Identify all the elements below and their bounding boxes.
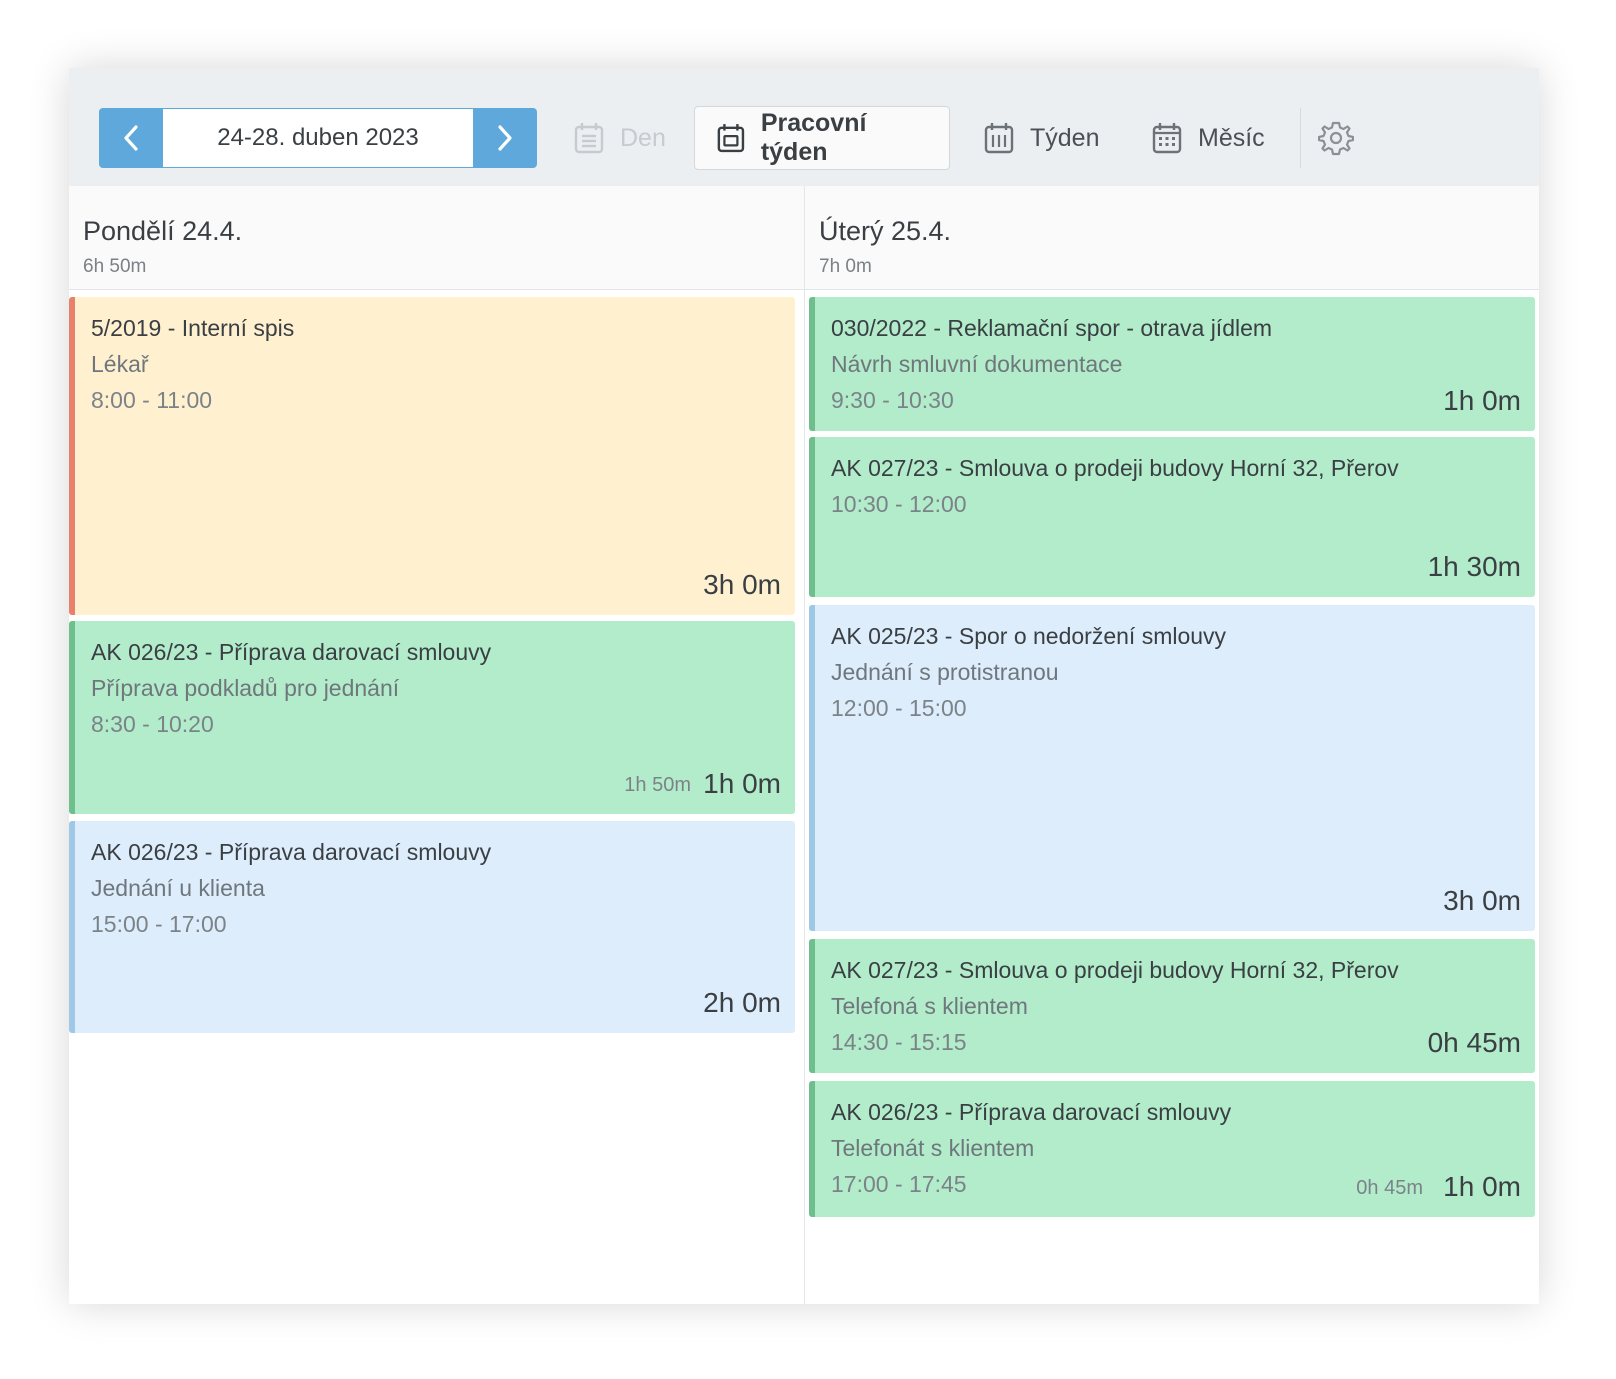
calendar-day-icon [574,123,604,154]
event-duration: 1h 0m [1443,385,1521,416]
event-activity: Telefoná s klientem [831,993,1028,1019]
view-day-button[interactable]: Den [574,106,666,170]
chevron-left-icon [124,125,138,151]
previous-week-button[interactable] [99,108,163,168]
event-card[interactable]: AK 027/23 - Smlouva o prodeji budovy Hor… [809,939,1535,1073]
event-activity: Jednání s protistranou [831,659,1059,685]
day-title: Úterý 25.4. [819,216,952,246]
day-total: 7h 0m [819,256,872,277]
event-time: 15:00 - 17:00 [91,911,227,937]
calendar-toolbar: 24-28. duben 2023 Den Pracovní týden Týd… [69,68,1539,186]
event-duration: 3h 0m [1443,885,1521,916]
event-duration: 1h 0m [703,768,781,799]
day-header-tuesday: Úterý 25.4. 7h 0m [805,186,1539,290]
view-work-week-label: Pracovní týden [760,109,867,166]
next-week-button[interactable] [473,108,537,168]
day-total: 6h 50m [83,256,147,277]
event-activity: Lékař [91,351,149,377]
event-card[interactable]: AK 025/23 - Spor o nedoržení smlouvy Jed… [809,605,1535,931]
event-card[interactable]: 030/2022 - Reklamační spor - otrava jídl… [809,297,1535,431]
event-duration: 1h 30m [1427,551,1521,582]
event-card[interactable]: AK 026/23 - Příprava darovací smlouvy Je… [69,821,795,1033]
date-range-label[interactable]: 24-28. duben 2023 [163,108,473,168]
view-week-button[interactable]: Týden [984,106,1099,170]
view-month-button[interactable]: Měsíc [1152,106,1265,170]
event-title: AK 027/23 - Smlouva o prodeji budovy Hor… [831,957,1399,983]
event-card[interactable]: AK 026/23 - Příprava darovací smlouvy Př… [69,621,795,814]
event-activity: Jednání u klienta [91,875,265,901]
gear-icon[interactable] [1318,120,1354,156]
event-title: AK 027/23 - Smlouva o prodeji budovy Hor… [831,455,1399,481]
calendar-week-icon [984,123,1014,154]
event-title: AK 026/23 - Příprava darovací smlouvy [831,1099,1232,1125]
event-activity: Telefonát s klientem [831,1135,1035,1161]
event-time: 12:00 - 15:00 [831,695,967,721]
day-title: Pondělí 24.4. [83,216,243,246]
event-time: 8:00 - 11:00 [91,387,213,413]
calendar-icon [717,124,745,153]
event-activity: Návrh smluvní dokumentace [831,351,1123,377]
event-card[interactable]: 5/2019 - Interní spis Lékař 8:00 - 11:00… [69,297,795,615]
view-work-week-button[interactable]: Pracovní týden [694,106,950,170]
event-time: 17:00 - 17:45 [831,1171,967,1197]
event-title: AK 026/23 - Příprava darovací smlouvy [91,839,492,865]
event-planned-duration: 1h 50m [624,774,691,796]
event-card[interactable]: AK 026/23 - Příprava darovací smlouvy Te… [809,1081,1535,1217]
day-header-monday: Pondělí 24.4. 6h 50m [69,186,804,290]
event-title: AK 025/23 - Spor o nedoržení smlouvy [831,623,1227,649]
event-duration: 3h 0m [703,569,781,600]
event-duration: 2h 0m [703,987,781,1018]
event-title: 030/2022 - Reklamační spor - otrava jídl… [831,315,1273,341]
event-time: 9:30 - 10:30 [831,387,954,413]
event-time: 8:30 - 10:20 [91,711,214,737]
event-duration: 1h 0m [1443,1171,1521,1202]
event-time: 14:30 - 15:15 [831,1029,967,1055]
event-duration: 0h 45m [1427,1027,1521,1058]
event-title: AK 026/23 - Příprava darovací smlouvy [91,639,492,665]
view-week-label: Týden [1030,123,1100,152]
calendar-month-icon [1152,123,1182,154]
chevron-right-icon [498,125,512,151]
event-title: 5/2019 - Interní spis [91,315,295,341]
view-month-label: Měsíc [1198,123,1265,152]
toolbar-divider [1300,108,1301,168]
event-time: 10:30 - 12:00 [831,491,967,517]
event-planned-duration: 0h 45m [1356,1177,1423,1199]
calendar-panel: 24-28. duben 2023 Den Pracovní týden Týd… [69,68,1539,1304]
column-divider [804,186,805,1304]
event-card[interactable]: AK 027/23 - Smlouva o prodeji budovy Hor… [809,437,1535,597]
view-day-label: Den [620,123,666,152]
event-activity: Příprava podkladů pro jednání [91,675,400,701]
